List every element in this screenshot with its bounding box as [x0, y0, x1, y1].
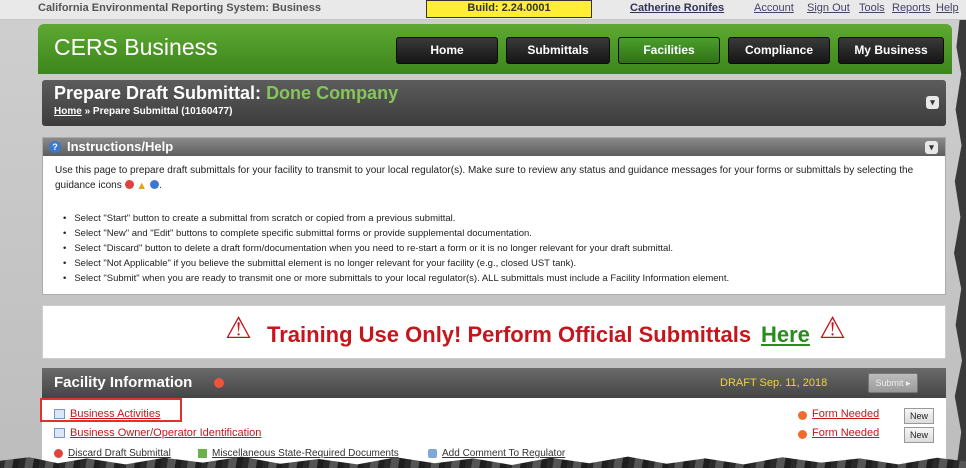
warning-guidance-icon: ▲: [136, 180, 148, 192]
business-owner-operator-link[interactable]: Business Owner/Operator Identification: [70, 427, 261, 439]
instructions-intro-text: Use this page to prepare draft submittal…: [55, 165, 914, 191]
form-needed-link[interactable]: Form Needed: [812, 427, 879, 439]
nav-home[interactable]: Home: [396, 37, 498, 64]
company-name: Done Company: [266, 83, 399, 103]
system-title: California Environmental Reporting Syste…: [38, 2, 322, 14]
error-guidance-icon: [124, 180, 134, 189]
instructions-list: Select "Start" button to create a submit…: [63, 211, 933, 286]
help-link[interactable]: Help: [936, 2, 959, 14]
nav-submittals[interactable]: Submittals: [506, 37, 610, 64]
facility-title: Facility Information: [54, 374, 193, 391]
nav-facilities[interactable]: Facilities: [618, 37, 720, 64]
sign-out-link[interactable]: Sign Out: [807, 2, 850, 14]
help-icon: ?: [49, 141, 61, 153]
add-comment-link[interactable]: Add Comment To Regulator: [442, 448, 565, 459]
instructions-title: Instructions/Help: [67, 139, 174, 154]
nav-my-business[interactable]: My Business: [838, 37, 944, 64]
form-needed-icon: [798, 411, 807, 420]
list-item: Select "Submit" when you are ready to tr…: [63, 271, 933, 286]
list-item: Select "New" and "Edit" buttons to compl…: [63, 226, 933, 241]
system-bar: California Environmental Reporting Syste…: [0, 0, 966, 20]
draft-date: DRAFT Sep. 11, 2018: [720, 377, 828, 389]
list-item: Select "Not Applicable" if you believe t…: [63, 256, 933, 271]
training-message: Training Use Only! Perform Official Subm…: [267, 322, 752, 347]
warning-triangle-icon: ⚠: [819, 312, 846, 345]
breadcrumb-separator: »: [84, 106, 91, 117]
collapse-title-icon[interactable]: ▾: [926, 96, 939, 109]
instructions-header[interactable]: ? Instructions/Help ▾: [43, 138, 945, 156]
torn-edge-right: [954, 20, 966, 468]
document-add-icon: [198, 449, 207, 458]
tools-link[interactable]: Tools: [859, 2, 885, 14]
submit-button[interactable]: Submit ▸: [868, 373, 918, 393]
nav-compliance[interactable]: Compliance: [728, 37, 830, 64]
list-item: Select "Discard" button to delete a draf…: [63, 241, 933, 256]
warning-triangle-icon: ⚠: [225, 312, 252, 345]
page: California Environmental Reporting Syste…: [0, 0, 966, 468]
reports-link[interactable]: Reports: [892, 2, 931, 14]
submit-label: Submit: [875, 378, 904, 388]
build-badge: Build: 2.24.0001: [426, 0, 592, 18]
app-logo[interactable]: CERS Business: [54, 34, 218, 61]
account-link[interactable]: Account: [754, 2, 794, 14]
form-needed-link[interactable]: Form Needed: [812, 408, 879, 420]
info-guidance-icon: [149, 180, 159, 189]
discard-icon: [54, 449, 63, 458]
new-button[interactable]: New: [904, 408, 934, 424]
comment-icon: [428, 449, 437, 458]
training-banner: ⚠ Training Use Only! Perform Official Su…: [42, 305, 946, 359]
document-icon: [54, 428, 65, 438]
breadcrumb-home-link[interactable]: Home: [54, 106, 82, 117]
facility-header: Facility Information DRAFT Sep. 11, 2018…: [42, 368, 946, 398]
page-title: Prepare Draft Submittal: Done Company: [54, 83, 398, 104]
instructions-panel: ? Instructions/Help ▾ Use this page to p…: [42, 137, 946, 295]
app-header: CERS Business Home Submittals Facilities…: [38, 24, 952, 74]
page-title-prefix: Prepare Draft Submittal:: [54, 83, 262, 103]
here-link[interactable]: Here: [761, 322, 810, 348]
breadcrumb-current: Prepare Submittal (10160477): [92, 106, 233, 117]
highlight-box: [40, 398, 182, 422]
user-name-link[interactable]: Catherine Ronifes: [630, 2, 724, 14]
new-button[interactable]: New: [904, 427, 934, 443]
breadcrumb: Home » Prepare Submittal (10160477): [54, 106, 232, 117]
list-item: Select "Start" button to create a submit…: [63, 211, 933, 226]
discard-draft-link[interactable]: Discard Draft Submittal: [68, 448, 171, 459]
instructions-intro: Use this page to prepare draft submittal…: [55, 165, 914, 192]
page-title-panel: Prepare Draft Submittal: Done Company Ho…: [42, 80, 946, 126]
error-status-icon: [214, 378, 224, 388]
collapse-instructions-icon[interactable]: ▾: [925, 141, 938, 154]
form-needed-icon: [798, 430, 807, 439]
